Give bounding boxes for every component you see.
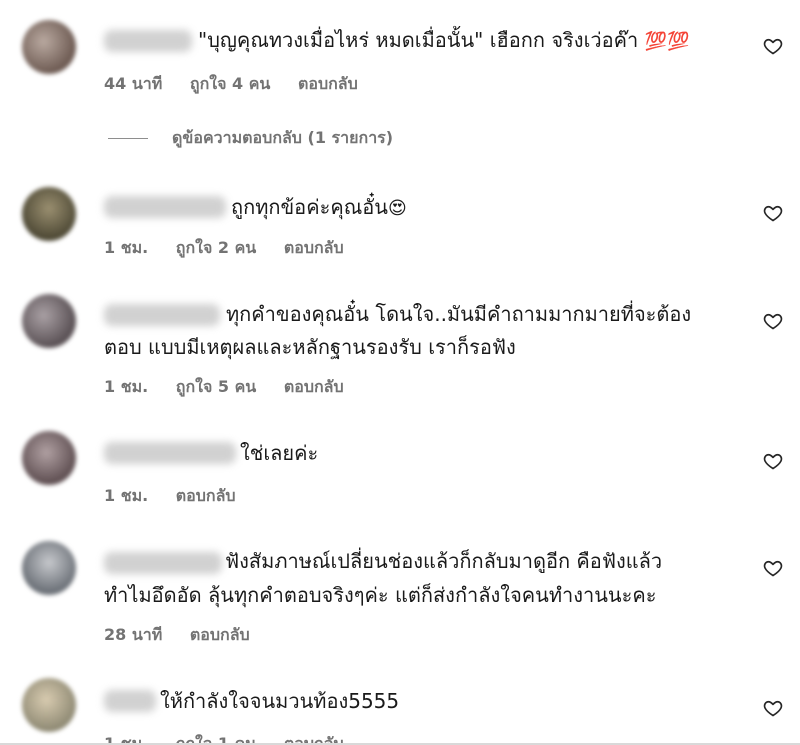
comment-meta: 28 นาที ตอบกลับ: [104, 623, 272, 648]
reply-button[interactable]: ตอบกลับ: [284, 377, 344, 396]
username-blurred[interactable]: [104, 442, 236, 464]
heart-icon[interactable]: [763, 698, 783, 718]
heart-icon[interactable]: [763, 558, 783, 578]
reply-button[interactable]: ตอบกลับ: [298, 74, 358, 93]
avatar[interactable]: [22, 678, 76, 732]
username-blurred[interactable]: [104, 552, 222, 574]
hundred-points-emoji: 💯💯: [644, 31, 690, 52]
heart-icon[interactable]: [763, 36, 783, 56]
username-blurred[interactable]: [104, 30, 192, 52]
avatar[interactable]: [22, 20, 76, 74]
likes-count[interactable]: ถูกใจ 4 คน: [190, 74, 270, 93]
reply-button[interactable]: ตอบกลับ: [284, 238, 344, 257]
reply-button[interactable]: ตอบกลับ: [176, 486, 236, 505]
avatar[interactable]: [22, 294, 76, 348]
timestamp: 1 ชม.: [104, 238, 149, 257]
avatar[interactable]: [22, 541, 76, 595]
heart-icon[interactable]: [763, 203, 783, 223]
comment-feed: "บุญคุณทวงเมื่อไหร่ หมดเมื่อนั้น" เฮือกก…: [0, 0, 800, 745]
view-replies-button[interactable]: ดูข้อความตอบกลับ (1 รายการ): [108, 126, 393, 150]
heart-icon[interactable]: [763, 451, 783, 471]
comment-text-line-1: ทุกคำของคุณอั๋น โดนใจ..มันมีคำถามมากมายท…: [226, 302, 692, 326]
username-blurred[interactable]: [104, 196, 226, 218]
avatar[interactable]: [22, 187, 76, 241]
comment-text-line-2: ทำไมอึดอัด ลุ้นทุกคำตอบจริงๆค่ะ แต่ก็ส่ง…: [104, 583, 657, 607]
timestamp: 28 นาที: [104, 625, 163, 644]
comment-text: ให้กำลังใจจนมวนท้อง5555: [160, 689, 400, 713]
likes-count[interactable]: ถูกใจ 2 คน: [176, 238, 256, 257]
reply-button[interactable]: ตอบกลับ: [190, 625, 250, 644]
timestamp: 1 ชม.: [104, 377, 149, 396]
avatar[interactable]: [22, 431, 76, 485]
comment-meta: 1 ชม. ถูกใจ 5 คน ตอบกลับ: [104, 375, 366, 400]
likes-count[interactable]: ถูกใจ 5 คน: [176, 377, 256, 396]
username-blurred[interactable]: [104, 304, 220, 326]
comment-meta: 1 ชม. ตอบกลับ: [104, 484, 258, 509]
comment-meta: 44 นาที ถูกใจ 4 คน ตอบกลับ: [104, 72, 380, 97]
comment-text: "บุญคุณทวงเมื่อไหร่ หมดเมื่อนั้น" เฮือกก…: [198, 23, 689, 59]
divider: [108, 137, 148, 139]
timestamp: 1 ชม.: [104, 486, 149, 505]
username-blurred[interactable]: [104, 690, 156, 712]
heart-icon[interactable]: [763, 311, 783, 331]
timestamp: 44 นาที: [104, 74, 163, 93]
comment-text: ถูกทุกข้อค่ะคุณอั๋น😍: [231, 190, 407, 226]
comment-text-line-1: ฟังสัมภาษณ์เปลี่ยนช่องแล้วก็กลับมาดูอีก …: [225, 549, 663, 573]
heart-eyes-emoji: 😍: [387, 198, 407, 219]
view-replies-label: ดูข้อความตอบกลับ (1 รายการ): [172, 127, 394, 147]
comment-text: ใช่เลยค่ะ: [240, 441, 319, 465]
comment-meta: 1 ชม. ถูกใจ 2 คน ตอบกลับ: [104, 236, 366, 261]
comment-text-line-2: ตอบ แบบมีเหตุผลและหลักฐานรองรับ เราก็รอฟ…: [104, 335, 516, 359]
